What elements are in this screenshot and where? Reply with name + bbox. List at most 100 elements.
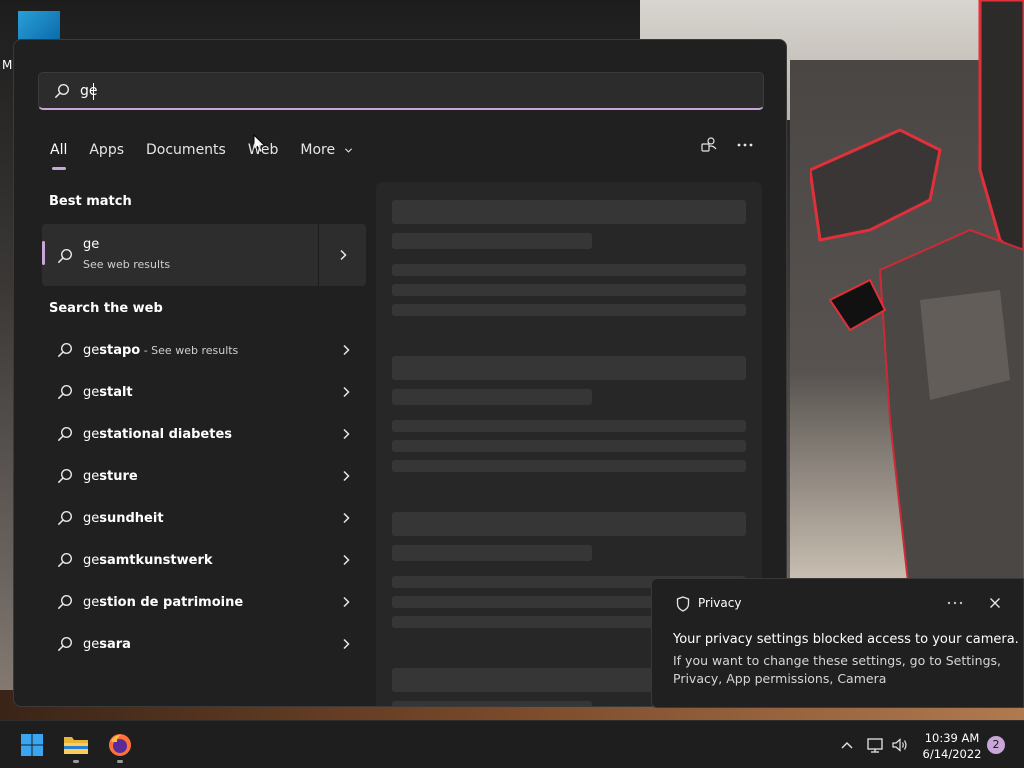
chevron-down-icon <box>344 147 352 153</box>
best-match-main[interactable]: ge See web results <box>42 224 318 286</box>
tab-more-label: More <box>300 142 336 158</box>
desktop-shortcut-label: M <box>2 58 13 72</box>
tab-all[interactable]: All <box>50 140 67 170</box>
loading-placeholder <box>392 701 592 706</box>
more-options-button[interactable] <box>733 133 757 157</box>
web-result-completion: sundheit <box>99 510 164 526</box>
loading-placeholder <box>392 545 592 561</box>
loading-placeholder <box>392 512 746 536</box>
tab-more[interactable]: More <box>300 140 352 162</box>
taskbar: 10:39 AM 6/14/2022 2 <box>0 720 1024 768</box>
account-switch-icon <box>701 137 717 152</box>
loading-placeholder <box>392 284 746 296</box>
web-result-item[interactable]: gestion de patrimoine <box>42 581 366 623</box>
clock-date: 6/14/2022 <box>922 747 982 761</box>
search-icon <box>58 594 73 609</box>
chevron-right-icon <box>343 470 350 482</box>
chevron-right-icon <box>343 512 350 524</box>
search-icon <box>58 468 73 483</box>
search-icon <box>58 426 73 441</box>
chevron-right-icon <box>343 344 350 356</box>
loading-placeholder <box>392 460 746 472</box>
web-result-completion: stational diabetes <box>99 426 233 442</box>
web-result-item[interactable]: gestational diabetes <box>42 413 366 455</box>
network-wired-icon <box>867 738 883 753</box>
web-result-completion: samtkunstwerk <box>99 552 213 568</box>
tab-documents[interactable]: Documents <box>146 140 226 162</box>
web-result-prefix: ge <box>83 468 100 484</box>
chevron-right-icon <box>343 596 350 608</box>
web-result-item[interactable]: gesundheit <box>42 497 366 539</box>
ellipsis-icon <box>947 601 963 605</box>
web-result-item[interactable]: gestalt <box>42 371 366 413</box>
folder-icon <box>64 737 88 754</box>
start-button[interactable] <box>12 725 52 765</box>
account-switch-button[interactable] <box>697 133 721 157</box>
search-icon <box>58 384 73 399</box>
web-result-completion: sture <box>99 468 138 484</box>
web-result-prefix: ge <box>83 510 100 526</box>
web-results-list: gestapo - See web results gestalt gestatio… <box>42 329 366 665</box>
web-result-item[interactable]: gesara <box>42 623 366 665</box>
search-box[interactable] <box>38 72 764 110</box>
running-indicator <box>73 760 79 763</box>
show-hidden-icons-button[interactable] <box>836 734 858 756</box>
loading-placeholder <box>392 440 746 452</box>
search-icon <box>58 248 73 263</box>
web-result-prefix: ge <box>83 636 100 652</box>
web-result-item[interactable]: gestapo - See web results <box>42 329 366 371</box>
tab-web[interactable]: Web <box>248 140 279 162</box>
web-result-completion: stalt <box>99 384 133 400</box>
volume-button[interactable] <box>889 734 911 756</box>
chevron-right-icon <box>343 386 350 398</box>
shield-icon <box>676 596 690 612</box>
firefox-icon <box>109 734 131 756</box>
best-match-expand-button[interactable] <box>319 224 366 286</box>
web-result-completion: sara <box>99 636 131 652</box>
loading-placeholder <box>392 264 746 276</box>
file-explorer-button[interactable] <box>56 725 96 765</box>
loading-placeholder <box>392 356 746 380</box>
web-result-label: gesara <box>83 637 131 652</box>
chevron-right-icon <box>343 554 350 566</box>
web-result-item[interactable]: gesamtkunstwerk <box>42 539 366 581</box>
best-match-item[interactable]: ge See web results <box>42 224 366 286</box>
close-icon <box>990 598 1000 608</box>
network-button[interactable] <box>864 734 886 756</box>
web-result-prefix: ge <box>83 426 100 442</box>
web-result-completion: stapo <box>99 342 141 358</box>
chevron-right-icon <box>343 638 350 650</box>
best-match-subtitle: See web results <box>83 258 171 271</box>
desktop-shortcut-icon[interactable] <box>18 11 60 41</box>
taskbar-clock[interactable]: 10:39 AM 6/14/2022 <box>918 730 986 762</box>
web-result-item[interactable]: gesture <box>42 455 366 497</box>
firefox-button[interactable] <box>100 725 140 765</box>
windows-logo-icon <box>21 734 43 756</box>
toast-close-button[interactable] <box>985 593 1005 613</box>
search-web-heading: Search the web <box>49 301 163 316</box>
web-result-prefix: ge <box>83 552 100 568</box>
search-icon <box>58 342 73 357</box>
text-caret <box>93 83 94 100</box>
running-indicator <box>117 760 123 763</box>
web-result-completion: stion de patrimoine <box>99 594 244 610</box>
web-result-label: gestapo - See web results <box>83 343 238 358</box>
privacy-notification-toast[interactable]: Privacy Your privacy settings blocked ac… <box>651 578 1024 708</box>
chevron-up-icon <box>841 742 853 749</box>
web-result-label: gestalt <box>83 385 133 400</box>
web-result-label: gestion de patrimoine <box>83 595 243 610</box>
web-result-label: gestational diabetes <box>83 427 232 442</box>
tab-apps[interactable]: Apps <box>89 140 124 162</box>
search-input[interactable] <box>80 73 763 108</box>
chevron-right-icon <box>343 428 350 440</box>
loading-placeholder <box>392 389 592 405</box>
notification-count-badge[interactable]: 2 <box>987 736 1005 754</box>
wallpaper-armored-figure <box>810 0 1024 600</box>
web-result-label: gesamtkunstwerk <box>83 553 213 568</box>
search-icon <box>58 552 73 567</box>
clock-time: 10:39 AM <box>924 731 980 745</box>
loading-placeholder <box>392 200 746 224</box>
ellipsis-icon <box>737 143 753 147</box>
web-result-prefix: ge <box>83 342 100 358</box>
toast-more-button[interactable] <box>942 594 968 612</box>
